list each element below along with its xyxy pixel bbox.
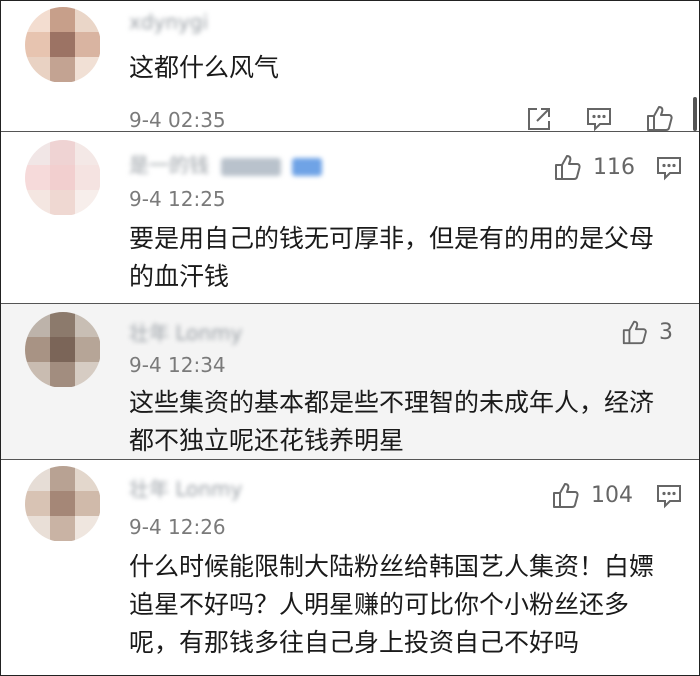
comment-time: 9-4 12:25 [129,187,226,211]
reply-icon[interactable] [655,154,683,182]
like-button[interactable]: 3 [621,318,673,346]
comment-text: 什么时候能限制大陆粉丝给韩国艺人集资！白嫖追星不好吗？人明星赚的可比你个小粉丝还… [129,552,655,657]
like-icon [555,155,581,180]
comment-item: xdynygi 这都什么风气 9-4 02:35 [1,1,699,132]
username[interactable]: 是一的钱 [129,154,322,176]
comment-time: 9-4 12:34 [129,353,226,377]
member-badge-icon [291,157,322,176]
comment-item: 是一的钱 9-4 12:25 要是用自己的钱无可厚非，但是有的用的是父母的血汗钱… [1,132,699,304]
comment-text: 这些集资的基本都是些不理智的未成年人，经济都不独立呢还花钱养明星 [129,388,655,455]
comment-time: 9-4 12:26 [129,515,226,539]
username-text: 是一的钱 [129,153,209,177]
like-count: 3 [659,319,673,345]
username-blur [221,157,282,176]
username[interactable]: xdynygi [129,11,208,33]
comment-time: 9-4 02:35 [129,108,226,132]
avatar[interactable] [25,312,101,388]
comment-item: 壮年 Lonmy 9-4 12:26 什么时候能限制大陆粉丝给韩国艺人集资！白嫖… [1,460,699,675]
comment-text: 这都什么风气 [129,53,280,82]
comment-item: 壮年 Lonmy 9-4 12:34 这些集资的基本都是些不理智的未成年人，经济… [1,304,699,460]
reply-icon[interactable] [655,482,683,510]
username[interactable]: 壮年 Lonmy [129,322,242,344]
avatar[interactable] [25,7,101,83]
like-button[interactable]: 104 [551,480,633,510]
comment-text: 要是用自己的钱无可厚非，但是有的用的是父母的血汗钱 [129,224,655,291]
like-icon [553,483,579,508]
like-icon [622,320,647,345]
like-icon[interactable] [645,103,675,133]
like-count: 104 [591,482,633,508]
avatar[interactable] [25,466,101,542]
username[interactable]: 壮年 Lonmy [129,478,242,500]
like-button[interactable]: 116 [553,152,635,182]
reply-icon[interactable] [585,105,613,133]
comment-list: xdynygi 这都什么风气 9-4 02:35 是一的钱 9-4 12:25 … [0,0,700,676]
share-icon[interactable] [525,105,553,133]
like-count: 116 [593,154,635,180]
avatar[interactable] [25,140,101,216]
scrollbar[interactable] [693,97,697,131]
